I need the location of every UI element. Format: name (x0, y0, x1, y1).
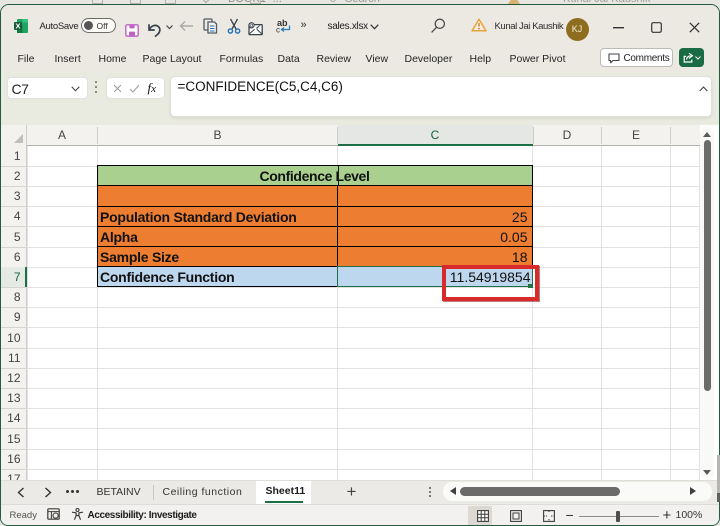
svg-text:c: c (276, 25, 280, 34)
svg-text:@: @ (248, 22, 255, 29)
svg-text:X: X (15, 21, 20, 30)
